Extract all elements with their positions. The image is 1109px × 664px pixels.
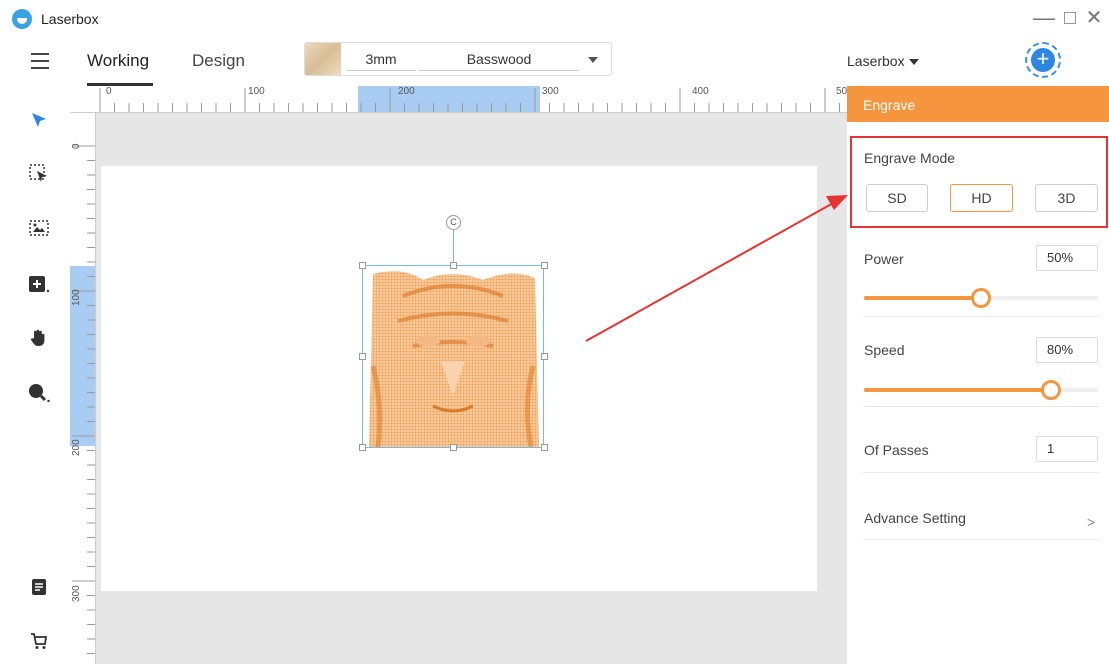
resize-handle-s[interactable] [450, 444, 457, 451]
tab-design[interactable]: Design [192, 51, 245, 71]
rotate-handle[interactable]: C [446, 215, 461, 230]
advance-setting-link[interactable]: Advance Setting [864, 510, 966, 526]
title-bar: Laserbox — □ ✕ [0, 0, 1109, 38]
speed-slider-knob[interactable] [1041, 380, 1062, 400]
ruler-label-v100: 100 [71, 289, 82, 306]
rotate-line [453, 228, 454, 266]
engrave-mode-3d-button[interactable]: 3D [1035, 184, 1098, 212]
chevron-right-icon[interactable]: > [1087, 514, 1095, 530]
menu-icon[interactable] [31, 53, 49, 69]
minimize-button[interactable]: — [1033, 6, 1055, 30]
ruler-label-0: 0 [106, 86, 112, 97]
engrave-mode-label: Engrave Mode [864, 150, 956, 166]
passes-label: Of Passes [864, 442, 929, 458]
cart-icon[interactable] [28, 630, 50, 652]
power-slider-knob[interactable] [971, 288, 991, 308]
device-name: Laserbox [847, 53, 905, 69]
material-selector[interactable]: 3mm Basswood [304, 42, 612, 76]
engrave-settings-panel: Engrave Engrave Mode SD HD 3D Power 50% … [847, 86, 1109, 664]
speed-input[interactable]: 80% [1036, 337, 1098, 363]
close-button[interactable]: ✕ [1083, 6, 1105, 30]
ruler-label-200: 200 [398, 86, 415, 97]
ruler-label-v200: 200 [71, 439, 82, 456]
box-select-icon[interactable] [28, 163, 50, 185]
ruler-label-500: 50 [836, 86, 847, 97]
ruler-label-400: 400 [692, 86, 709, 97]
selection-box[interactable] [362, 265, 544, 448]
window-title: Laserbox [41, 11, 99, 27]
divider [863, 316, 1099, 317]
material-name-field[interactable]: Basswood [419, 51, 579, 71]
resize-handle-nw[interactable] [359, 262, 366, 269]
speed-label: Speed [864, 342, 905, 358]
pointer-icon[interactable] [28, 109, 50, 131]
panel-header: Engrave [847, 86, 1109, 122]
horizontal-ruler-ticks [99, 86, 840, 112]
thickness-field[interactable]: 3mm [346, 51, 416, 71]
power-slider[interactable] [864, 288, 1098, 308]
left-toolbox [0, 86, 70, 664]
resize-handle-ne[interactable] [541, 262, 548, 269]
resize-handle-sw[interactable] [359, 444, 366, 451]
app-window: Laserbox — □ ✕ Working Design 3mm Basswo… [0, 0, 1109, 664]
resize-handle-se[interactable] [541, 444, 548, 451]
document-icon[interactable] [28, 576, 50, 598]
resize-handle-n[interactable] [450, 262, 457, 269]
chevron-down-icon[interactable] [588, 57, 598, 63]
ruler-label-300: 300 [542, 86, 559, 97]
add-device-button[interactable]: + [1025, 42, 1061, 78]
ruler-label-v0: 0 [71, 143, 82, 149]
engrave-mode-sd-button[interactable]: SD [866, 184, 928, 212]
resize-handle-e[interactable] [541, 353, 548, 360]
horizontal-ruler: 0 100 200 300 400 50 [70, 86, 847, 113]
image-icon[interactable] [28, 217, 50, 239]
add-shape-icon[interactable] [28, 273, 50, 295]
divider [863, 406, 1099, 407]
caret-down-icon [908, 59, 919, 66]
maximize-button[interactable]: □ [1059, 6, 1081, 30]
panel-title: Engrave [863, 97, 916, 113]
device-dropdown[interactable]: Laserbox [847, 53, 919, 69]
workspace[interactable]: C [96, 113, 847, 664]
engrave-mode-hd-button[interactable]: HD [950, 184, 1013, 212]
design-canvas[interactable]: C [101, 166, 817, 591]
vertical-ruler: 0 100 200 300 [70, 113, 96, 664]
power-label: Power [864, 251, 904, 267]
speed-slider-fill [864, 388, 1052, 392]
ruler-label-100: 100 [248, 86, 265, 97]
power-slider-fill [864, 296, 981, 300]
laserbox-logo-icon [12, 9, 32, 29]
speed-slider[interactable] [864, 380, 1098, 400]
zoom-icon[interactable] [28, 382, 50, 404]
passes-input[interactable]: 1 [1036, 436, 1098, 462]
divider [863, 472, 1099, 473]
tab-working[interactable]: Working [87, 51, 149, 71]
resize-handle-w[interactable] [359, 353, 366, 360]
hand-icon[interactable] [28, 327, 50, 349]
wood-swatch [305, 43, 341, 75]
plus-icon: + [1031, 48, 1055, 72]
top-toolbar: Working Design 3mm Basswood Laserbox + [0, 38, 1109, 86]
divider [863, 539, 1099, 540]
ruler-label-v300: 300 [71, 585, 82, 602]
power-input[interactable]: 50% [1036, 245, 1098, 271]
